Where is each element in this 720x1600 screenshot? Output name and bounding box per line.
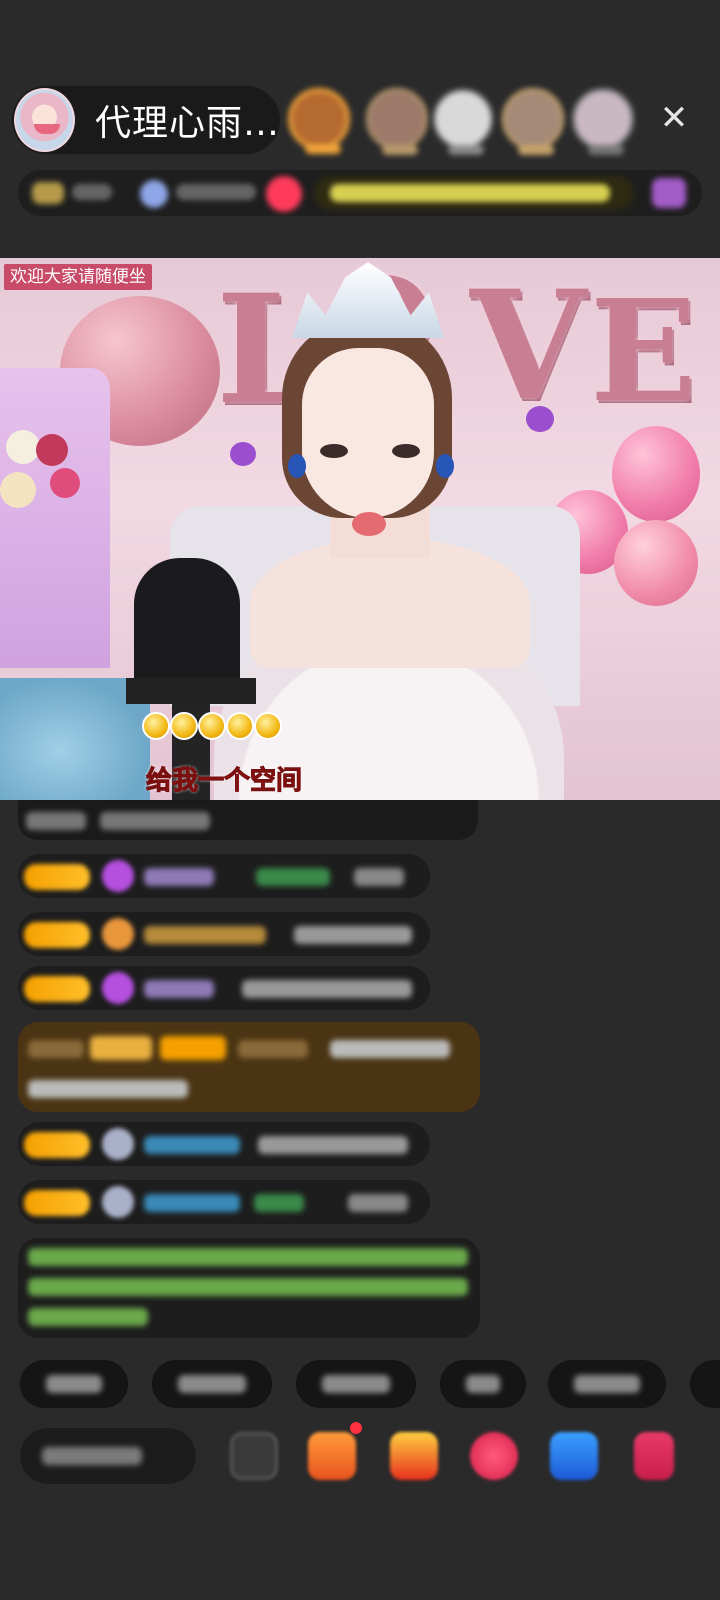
fan-badge	[24, 1132, 90, 1158]
rank-text	[72, 184, 112, 200]
system-notice	[18, 1238, 480, 1338]
chat-message[interactable]	[18, 966, 430, 1010]
fan-badge	[24, 1190, 90, 1216]
room-info-bar[interactable]	[18, 170, 702, 216]
record-button[interactable]	[266, 176, 302, 212]
fan-badge	[24, 864, 90, 890]
quick-reply-chip[interactable]	[548, 1360, 666, 1408]
emoji-icon[interactable]	[230, 1432, 278, 1480]
host-info-pill[interactable]: 代理心雨…	[12, 86, 280, 154]
chat-message-highlight[interactable]	[18, 1022, 480, 1112]
host-name: 代理心雨…	[94, 103, 280, 144]
notice-text	[330, 184, 610, 202]
gift-box-icon[interactable]	[308, 1432, 356, 1480]
game-icon[interactable]	[550, 1432, 598, 1480]
top-viewer-avatar[interactable]	[502, 88, 564, 155]
top-viewer-avatar[interactable]	[288, 88, 350, 154]
top-viewer-avatar[interactable]	[366, 88, 428, 155]
chat-message[interactable]	[18, 1122, 430, 1166]
top-viewer-avatar[interactable]	[572, 88, 634, 155]
quick-reply-chip[interactable]	[690, 1360, 720, 1408]
fans-text	[176, 184, 256, 200]
lips-icon[interactable]	[470, 1432, 518, 1480]
welcome-banner: 欢迎大家请随便坐	[4, 264, 152, 290]
fan-badge	[24, 922, 90, 948]
notification-dot	[350, 1422, 362, 1434]
treasure-icon[interactable]	[390, 1432, 438, 1480]
rank-badge[interactable]	[32, 182, 64, 204]
quick-reply-chip[interactable]	[20, 1360, 128, 1408]
chat-message[interactable]	[18, 800, 478, 840]
user-avatar	[102, 918, 134, 950]
diamond-icon	[102, 860, 134, 892]
chat-message[interactable]	[18, 854, 430, 898]
fan-badge	[24, 976, 90, 1002]
chat-message[interactable]	[18, 912, 430, 956]
user-avatar	[102, 1186, 134, 1218]
user-avatar	[102, 1128, 134, 1160]
live-video[interactable]: L O V E 欢迎大家请随便坐 给我一个空间	[0, 258, 720, 800]
chat-input[interactable]	[20, 1428, 196, 1484]
quick-reply-chip[interactable]	[296, 1360, 416, 1408]
gift-icon[interactable]	[652, 178, 686, 208]
fans-icon[interactable]	[140, 180, 168, 208]
diamond-icon	[102, 972, 134, 1004]
chat-message[interactable]	[18, 1180, 430, 1224]
close-icon[interactable]: ✕	[654, 98, 694, 138]
more-gifts-icon[interactable]	[634, 1432, 674, 1480]
love-letter: E	[590, 270, 697, 434]
quick-reply-chip[interactable]	[152, 1360, 272, 1408]
love-letter: V	[470, 258, 587, 434]
top-viewer-avatar[interactable]	[432, 88, 494, 155]
song-caption: 给我一个空间	[145, 766, 303, 797]
host-avatar[interactable]	[14, 88, 75, 152]
quick-reply-chip[interactable]	[440, 1360, 526, 1408]
